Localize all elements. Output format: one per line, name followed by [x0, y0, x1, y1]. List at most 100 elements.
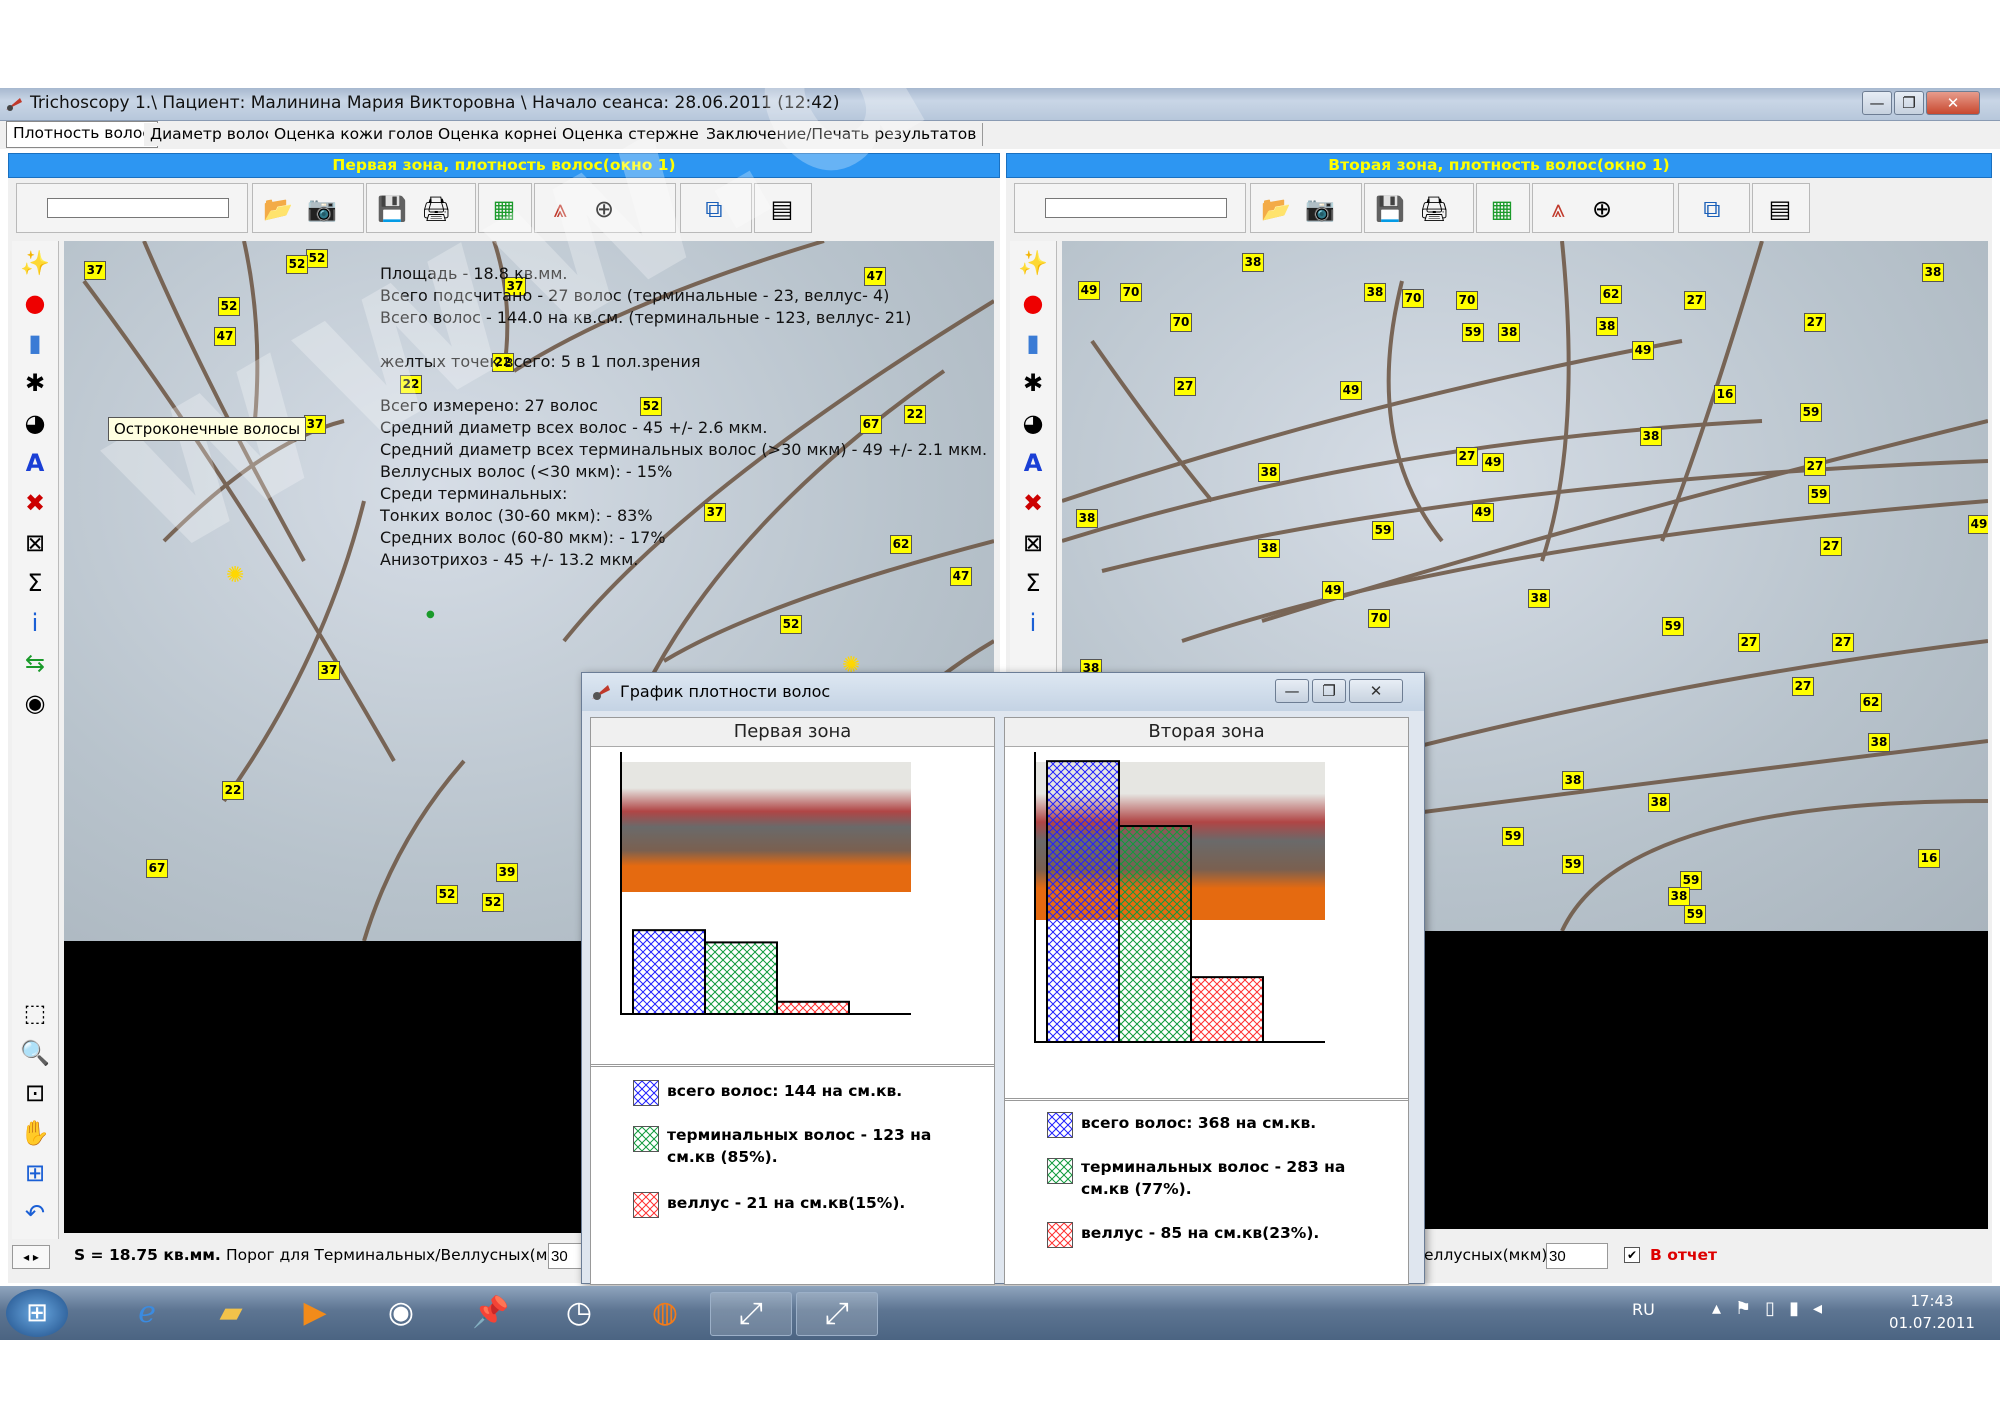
- zone1-slider[interactable]: [47, 198, 229, 218]
- trichoscopy-icon[interactable]: ⤢: [796, 1292, 878, 1336]
- crosshair-icon[interactable]: ⊕: [1587, 194, 1617, 224]
- scroll-arrows[interactable]: ◂ ▸: [12, 1245, 50, 1269]
- hair-marker: 27: [1738, 633, 1760, 652]
- text-icon[interactable]: A: [1018, 447, 1048, 479]
- minimize-button[interactable]: —: [1862, 91, 1892, 115]
- asterisk-icon[interactable]: ✱: [20, 367, 50, 399]
- bar-total: [1046, 760, 1120, 1043]
- save-icon[interactable]: 💾: [1375, 194, 1405, 224]
- dialog-close-button[interactable]: ✕: [1349, 679, 1403, 703]
- hair-marker: 27: [1804, 457, 1826, 476]
- hair-marker: 38: [1076, 509, 1098, 528]
- hair-marker: 16: [1918, 849, 1940, 868]
- sum-icon[interactable]: Σ: [20, 567, 50, 599]
- stat-line: Средних волос (60-80 мкм): - 17%: [380, 528, 666, 547]
- color-wheel-icon[interactable]: ◕: [1018, 407, 1048, 439]
- dialog-minimize-button[interactable]: —: [1275, 679, 1309, 703]
- tray-icons[interactable]: ▴⚑▯▮◂: [1712, 1298, 1836, 1319]
- fit-icon[interactable]: ⊞: [20, 1157, 50, 1189]
- hair-marker: 70: [1456, 291, 1478, 310]
- red-dot-icon[interactable]: ●: [1018, 287, 1048, 319]
- zone1-slider-group: [16, 183, 248, 233]
- zone2-threshold-input[interactable]: [1546, 1243, 1608, 1269]
- zoom-icon[interactable]: 🔍: [20, 1037, 50, 1069]
- close-button[interactable]: ✕: [1926, 91, 1980, 115]
- tab-diameter[interactable]: Диаметр волос: [144, 123, 281, 146]
- report-checkbox[interactable]: ✔: [1624, 1247, 1640, 1263]
- magic-wand-icon[interactable]: ✨: [1018, 247, 1048, 279]
- clock-icon[interactable]: ◷: [548, 1292, 610, 1334]
- eye-icon[interactable]: ◉: [20, 687, 50, 719]
- hair-marker: 59: [1462, 323, 1484, 342]
- hair-marker: 52: [780, 615, 802, 634]
- explorer-icon[interactable]: ▰: [200, 1292, 262, 1334]
- legend-swatch-vellus: [633, 1192, 659, 1218]
- hair-marker: 59: [1808, 485, 1830, 504]
- hair-marker: 49: [1968, 515, 1988, 534]
- pin-icon[interactable]: 📌: [460, 1292, 522, 1334]
- zone1-area: S = 18.75 кв.мм.: [74, 1246, 221, 1264]
- clock-time: 17:43: [1910, 1292, 1954, 1310]
- hair-marker: 38: [1258, 539, 1280, 558]
- open-folder-icon[interactable]: 📂: [263, 194, 293, 224]
- tab-scalp[interactable]: Оценка кожи головы: [268, 123, 454, 146]
- firefox-icon[interactable]: ◍: [634, 1292, 696, 1334]
- hair-marker: 67: [146, 859, 168, 878]
- ruler-icon[interactable]: ▮: [20, 327, 50, 359]
- app-icon: [590, 681, 612, 703]
- zone2-calc-group: ▤: [1752, 183, 1810, 233]
- hair-marker: 38: [1596, 317, 1618, 336]
- delete-icon[interactable]: ✖: [1018, 487, 1048, 519]
- restore-button[interactable]: ❐: [1894, 91, 1924, 115]
- legend-total: всего волос: 368 на см.кв.: [1081, 1114, 1317, 1132]
- zone2-slider[interactable]: [1045, 198, 1227, 218]
- tab-density[interactable]: Плотность волос: [6, 121, 158, 148]
- legend-swatch-total: [633, 1080, 659, 1106]
- zone2-layers-group: ⧉: [1678, 183, 1750, 233]
- hair-marker: 38: [1562, 771, 1584, 790]
- color-wheel-icon[interactable]: ◕: [20, 407, 50, 439]
- dialog-restore-button[interactable]: ❐: [1312, 679, 1346, 703]
- info-icon[interactable]: i: [1018, 607, 1048, 639]
- zoom-area-icon[interactable]: ⊡: [20, 1077, 50, 1109]
- open-folder-icon[interactable]: 📂: [1261, 194, 1291, 224]
- hair-marker: 27: [1684, 291, 1706, 310]
- print-icon[interactable]: 🖨: [1419, 194, 1449, 224]
- legend-swatch-vellus: [1047, 1222, 1073, 1248]
- trichoscopy-icon[interactable]: ⤢: [710, 1292, 792, 1336]
- zone1-chart-title: Первая зона: [591, 718, 994, 747]
- swap-icon[interactable]: ⇆: [20, 647, 50, 679]
- select-delete-icon[interactable]: ⊠: [20, 527, 50, 559]
- calculator-icon[interactable]: ▤: [1765, 194, 1795, 224]
- hand-icon[interactable]: ✋: [20, 1117, 50, 1149]
- ruler-icon[interactable]: ▮: [1018, 327, 1048, 359]
- delete-icon[interactable]: ✖: [20, 487, 50, 519]
- hair-marker: 70: [1368, 609, 1390, 628]
- zone2-chart-title: Вторая зона: [1005, 718, 1408, 747]
- hair-marker: 38: [1258, 463, 1280, 482]
- text-icon[interactable]: A: [20, 447, 50, 479]
- grid-icon[interactable]: ▦: [1487, 194, 1517, 224]
- red-dot-icon[interactable]: ●: [20, 287, 50, 319]
- select-rect-icon[interactable]: ⬚: [20, 997, 50, 1029]
- hair-marker: 49: [1632, 341, 1654, 360]
- threshold-label: еллусных(мкм):: [1424, 1246, 1553, 1264]
- language-indicator[interactable]: RU: [1632, 1300, 1655, 1319]
- user-icon[interactable]: ◉: [370, 1292, 432, 1334]
- bar-terminal: [1118, 825, 1192, 1043]
- compass-icon[interactable]: ⩓: [1543, 194, 1573, 224]
- legend-vellus: веллус - 21 на см.кв(15%).: [667, 1194, 906, 1212]
- select-delete-icon[interactable]: ⊠: [1018, 527, 1048, 559]
- camera-icon[interactable]: 📷: [1305, 194, 1335, 224]
- sum-icon[interactable]: Σ: [1018, 567, 1048, 599]
- asterisk-icon[interactable]: ✱: [1018, 367, 1048, 399]
- media-icon[interactable]: ▶: [284, 1292, 346, 1334]
- legend-divider: [1005, 1098, 1408, 1101]
- info-icon[interactable]: i: [20, 607, 50, 639]
- layers-icon[interactable]: ⧉: [1697, 194, 1727, 224]
- ie-icon[interactable]: ℯ: [116, 1292, 178, 1334]
- undo-icon[interactable]: ↶: [20, 1197, 50, 1229]
- magic-wand-icon[interactable]: ✨: [20, 247, 50, 279]
- start-icon[interactable]: ⊞: [6, 1289, 68, 1337]
- tooltip: Остроконечные волосы: [108, 417, 307, 441]
